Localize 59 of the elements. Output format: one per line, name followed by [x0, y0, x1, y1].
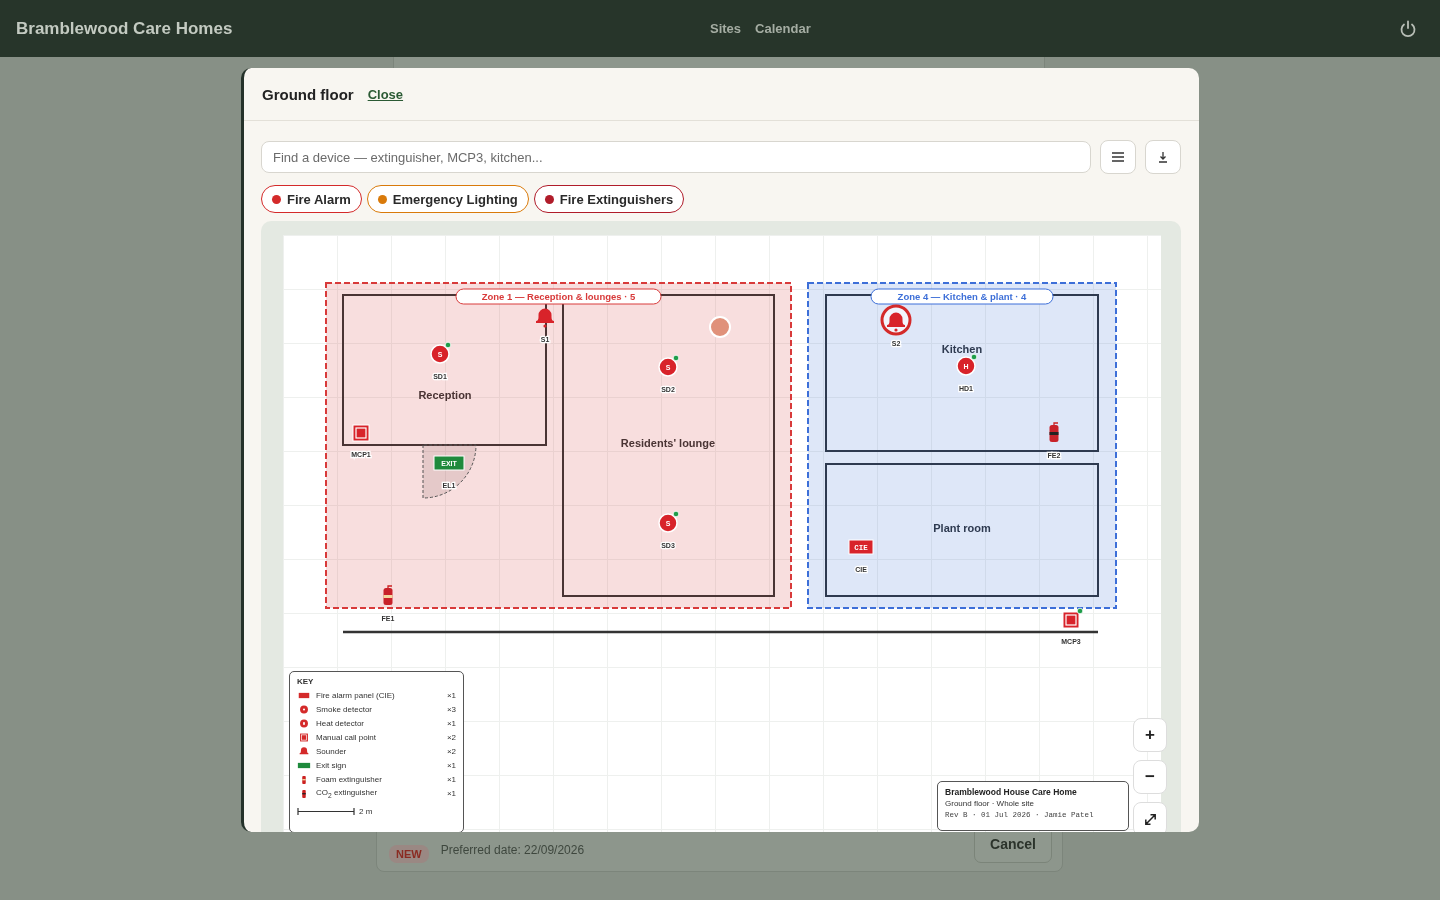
legend-count: ×3	[446, 704, 456, 714]
scale-bar	[297, 808, 355, 815]
layer-chip[interactable]: Emergency Lighting	[366, 185, 529, 213]
legend-count: ×1	[446, 774, 456, 784]
list-button[interactable]	[1100, 140, 1136, 174]
status-badge: NEW	[389, 845, 429, 863]
room-label: Residents' lounge	[620, 437, 716, 449]
sounder-icon[interactable]	[536, 308, 554, 328]
legend-label: Fire alarm panel (CIE)	[316, 690, 396, 700]
power-icon[interactable]	[1398, 18, 1418, 39]
site-name: Bramblewood House Care Home	[945, 787, 1078, 797]
list-icon	[1111, 150, 1125, 164]
room-label: Reception	[418, 389, 472, 401]
legend-label: Smoke detector	[316, 704, 374, 714]
search-field[interactable]: Find a device — extinguisher, MCP3, kitchen...	[261, 141, 1091, 173]
call-point-icon[interactable]	[1062, 607, 1084, 629]
layer-chip[interactable]: Fire Extinguishers	[533, 185, 685, 213]
preferred-date: Preferred date: 22/09/2026	[440, 843, 585, 857]
zoom-out-button[interactable]: −	[1133, 760, 1167, 794]
legend-title: KEY	[297, 677, 315, 686]
scale-label: 2 m	[359, 807, 373, 816]
download-button[interactable]	[1145, 140, 1181, 174]
location-marker[interactable]	[709, 316, 731, 338]
legend-label: Foam extinguisher	[316, 774, 383, 784]
app-title: Bramblewood Care Homes	[16, 18, 233, 39]
zone-label: Zone 1 — Reception & lounges · 5	[455, 288, 662, 305]
legend-label: CO$_{2}$ extinguisher	[316, 787, 379, 799]
fullscreen-button[interactable]	[1133, 802, 1167, 832]
legend-count: ×1	[446, 718, 456, 728]
legend-count: ×2	[446, 746, 456, 756]
exit-sign-icon	[297, 760, 311, 770]
layer-chip[interactable]: Fire Alarm	[261, 185, 362, 213]
close-link[interactable]: Close	[367, 86, 404, 102]
room-label: Kitchen	[941, 343, 983, 355]
nav-link[interactable]: Calendar	[755, 21, 811, 36]
legend-label: Manual call point	[316, 732, 378, 742]
download-icon	[1156, 150, 1170, 164]
plan-subtitle: Ground floor · Whole site	[945, 799, 1035, 808]
legend-count: ×1	[446, 788, 456, 798]
legend-count: ×1	[446, 690, 456, 700]
zoom-in-button[interactable]: +	[1133, 718, 1167, 752]
nav-link[interactable]: Sites	[710, 21, 742, 36]
panel-icon	[297, 690, 311, 700]
legend-count: ×1	[446, 760, 456, 770]
smoke-detector-icon	[297, 704, 311, 714]
sounder-icon[interactable]	[880, 304, 912, 336]
legend-label: Exit sign	[316, 760, 348, 770]
zone-label: Zone 4 — Kitchen & plant · 4	[870, 288, 1054, 305]
legend-count: ×2	[446, 732, 456, 742]
bell-icon	[297, 746, 311, 756]
call-point-icon	[297, 732, 311, 742]
legend-label: Sounder	[316, 746, 348, 756]
expand-icon	[1142, 811, 1158, 827]
heat-detector-icon	[297, 718, 311, 728]
room-label: Plant room	[933, 522, 991, 534]
dialog-title: Ground floor	[262, 85, 354, 103]
call-point-icon[interactable]	[352, 424, 370, 442]
legend-label: Heat detector	[316, 718, 366, 728]
extinguisher-icon[interactable]	[1049, 422, 1059, 442]
